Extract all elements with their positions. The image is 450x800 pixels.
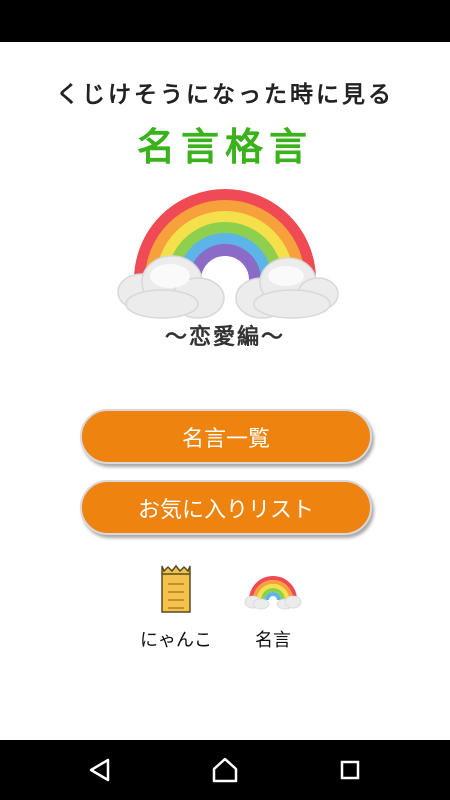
home-icon[interactable] bbox=[205, 750, 245, 790]
tab-nyanko[interactable]: にゃんこ bbox=[126, 564, 226, 654]
system-nav-bar bbox=[0, 740, 450, 800]
status-bar bbox=[0, 0, 450, 42]
tab-meigen[interactable]: 名言 bbox=[223, 564, 323, 654]
quote-list-button[interactable]: 名言一覧 bbox=[80, 409, 372, 464]
favorites-list-button[interactable]: お気に入りリスト bbox=[80, 480, 372, 535]
cat-paw-icon bbox=[161, 564, 191, 613]
back-icon[interactable] bbox=[80, 750, 120, 790]
recent-apps-icon[interactable] bbox=[330, 750, 370, 790]
main-content: くじけそうになった時に見る 名言格言 〜恋愛編〜 名言一覧 お気に入りリスト に… bbox=[0, 42, 450, 740]
rainbow-hero-icon bbox=[117, 189, 339, 319]
tab-meigen-label: 名言 bbox=[255, 630, 291, 651]
app-title: 名言格言 bbox=[136, 125, 313, 169]
app-subtitle: くじけそうになった時に見る bbox=[56, 82, 394, 108]
edition-label: 〜恋愛編〜 bbox=[164, 325, 285, 350]
rainbow-icon bbox=[244, 576, 302, 610]
tab-nyanko-label: にゃんこ bbox=[140, 630, 212, 651]
